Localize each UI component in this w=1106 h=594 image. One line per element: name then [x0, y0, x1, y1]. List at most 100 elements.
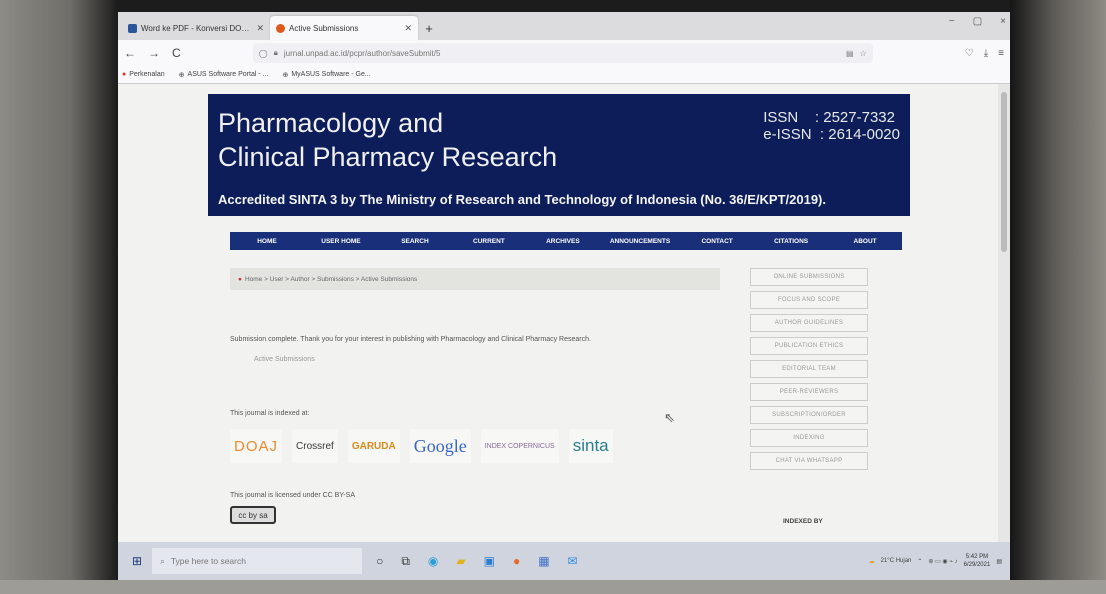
indexing-logos: DOAJ Crossref GARUDA Google INDEX COPERN…	[230, 429, 613, 463]
edge-browser-icon[interactable]: ◉	[428, 554, 438, 568]
menu-home[interactable]: HOME	[230, 238, 304, 245]
journal-title-line2: Clinical Pharmacy Research	[218, 142, 558, 172]
doaj-logo[interactable]: DOAJ	[230, 429, 283, 463]
search-icon: ⌕	[160, 555, 165, 566]
sinta-logo[interactable]: sinta	[568, 429, 613, 463]
menu-about[interactable]: ABOUT	[828, 238, 902, 245]
crossref-logo[interactable]: Crossref	[292, 429, 338, 463]
garuda-logo[interactable]: GARUDA	[347, 429, 400, 463]
store-icon[interactable]: ▣	[484, 554, 495, 568]
task-view-icon[interactable]: ⧉	[401, 554, 410, 569]
menu-archives[interactable]: ARCHIVES	[526, 238, 600, 245]
address-bar[interactable]: ◯ 🔒︎ jurnal.unpad.ac.id/pcpr/author/save…	[252, 43, 873, 63]
index-copernicus-logo[interactable]: INDEX COPERNICUS	[480, 429, 559, 463]
forward-button[interactable]: →	[148, 46, 160, 60]
new-tab-button[interactable]: +	[418, 16, 440, 40]
bookmark-favicon-icon: ●	[122, 71, 127, 78]
sidebar-chat-whatsapp[interactable]: CHAT VIA WHATSAPP	[750, 452, 868, 470]
issn-info: ISSN : 2527-7332 e-ISSN : 2614-0020	[763, 109, 900, 143]
sidebar-author-guidelines[interactable]: AUTHOR GUIDELINES	[750, 314, 868, 332]
sidebar-subscription-order[interactable]: SUBSCRIPTION/ORDER	[750, 406, 868, 424]
pocket-icon[interactable]: ♡	[965, 48, 974, 59]
cc-badge-text: cc by sa	[238, 510, 268, 520]
tab-word-to-pdf[interactable]: Word ke PDF - Konversi DOC ke P ✕	[122, 16, 270, 40]
main-menu: HOME USER HOME SEARCH CURRENT ARCHIVES A…	[230, 232, 902, 250]
bookmark-label: MyASUS Software - Ge...	[291, 71, 371, 78]
firefox-icon[interactable]: ●	[513, 554, 520, 568]
word-favicon-icon	[128, 23, 137, 33]
tab-strip: Word ke PDF - Konversi DOC ke P ✕ Active…	[118, 12, 1010, 40]
clock-date: 6/29/2021	[963, 562, 991, 568]
monitor-bezel-left	[0, 0, 118, 594]
app-icon[interactable]: ▦	[538, 554, 549, 568]
bookmarks-bar: ● Perkenalan ⊕ ASUS Software Portal - ... …	[118, 66, 1010, 84]
menu-user-home[interactable]: USER HOME	[304, 238, 378, 245]
taskbar-apps: ○ ⧉ ◉ ▰ ▣ ● ▦ ✉	[376, 554, 578, 569]
bookmark-star-icon[interactable]: ☆	[860, 49, 867, 58]
bookmark-item[interactable]: ● Perkenalan	[122, 71, 165, 78]
tray-icons[interactable]: ⊚ ▭ ◉ ⌁ ♪	[928, 558, 957, 565]
notification-icon[interactable]: ▤	[996, 558, 1002, 565]
minimize-button[interactable]: −	[949, 16, 955, 27]
download-icon[interactable]: ⤓	[984, 48, 988, 59]
journal-favicon-icon	[276, 23, 285, 33]
close-tab-icon[interactable]: ✕	[404, 23, 412, 34]
journal-title-line1: Pharmacology and	[218, 108, 444, 138]
menu-contact[interactable]: CONTACT	[680, 238, 754, 245]
weather-text[interactable]: 21°C Hujan	[881, 558, 912, 564]
sidebar-focus-and-scope[interactable]: FOCUS AND SCOPE	[750, 291, 868, 309]
sidebar-online-submissions[interactable]: ONLINE SUBMISSIONS	[750, 268, 868, 286]
sidebar-editorial-team[interactable]: EDITORIAL TEAM	[750, 360, 868, 378]
bookmark-label: ASUS Software Portal - ...	[187, 71, 269, 78]
tab-title: Word ke PDF - Konversi DOC ke P	[141, 23, 252, 33]
scrollbar-thumb[interactable]	[1001, 92, 1007, 252]
bookmark-item[interactable]: ⊕ MyASUS Software - Ge...	[282, 71, 370, 79]
breadcrumb-text[interactable]: Home > User > Author > Submissions > Act…	[245, 276, 417, 283]
navigation-toolbar: ← → C ◯ 🔒︎ jurnal.unpad.ac.id/pcpr/autho…	[118, 40, 1010, 66]
cortana-icon[interactable]: ○	[376, 554, 383, 568]
clock-time: 5:42 PM	[965, 554, 989, 560]
sidebar-peer-reviewers[interactable]: PEER-REVIEWERS	[750, 383, 868, 401]
license-text: This journal is licensed under CC BY-SA	[230, 492, 356, 499]
reader-view-icon[interactable]: ▤	[846, 49, 854, 58]
journal-header: Pharmacology and Clinical Pharmacy Resea…	[208, 94, 910, 216]
tray-chevron-icon[interactable]: ⌃	[917, 558, 922, 565]
page-scrollbar[interactable]	[998, 84, 1010, 542]
monitor-bezel-right	[1010, 0, 1106, 594]
taskbar-search-box[interactable]: ⌕ Type here to search	[152, 548, 363, 574]
menu-announcements[interactable]: ANNOUNCEMENTS	[600, 238, 680, 245]
close-tab-icon[interactable]: ✕	[256, 23, 264, 34]
cc-by-sa-badge[interactable]: cc by sa	[230, 506, 276, 524]
menu-current[interactable]: CURRENT	[452, 238, 526, 245]
sidebar-publication-ethics[interactable]: PUBLICATION ETHICS	[750, 337, 868, 355]
mouse-cursor-icon: ⇖	[664, 410, 675, 425]
windows-start-icon[interactable]: ⊞	[132, 554, 142, 568]
breadcrumb: ● Home > User > Author > Submissions > A…	[230, 268, 720, 290]
mail-icon[interactable]: ✉	[568, 554, 578, 568]
bookmark-item[interactable]: ⊕ ASUS Software Portal - ...	[179, 71, 269, 79]
google-scholar-logo[interactable]: Google	[409, 429, 471, 463]
file-explorer-icon[interactable]: ▰	[456, 554, 465, 568]
sidebar-indexing[interactable]: INDEXING	[750, 429, 868, 447]
url-text: jurnal.unpad.ac.id/pcpr/author/saveSubmi…	[283, 48, 441, 58]
web-page: Pharmacology and Clinical Pharmacy Resea…	[118, 84, 998, 542]
windows-taskbar: ⊞ ⌕ Type here to search ○ ⧉ ◉ ▰ ▣ ● ▦ ✉ …	[118, 542, 1010, 580]
maximize-button[interactable]: ▢	[973, 16, 982, 27]
reload-button[interactable]: C	[172, 46, 181, 60]
menu-citations[interactable]: CITATIONS	[754, 238, 828, 245]
menu-search[interactable]: SEARCH	[378, 238, 452, 245]
tab-active-submissions[interactable]: Active Submissions ✕	[270, 16, 418, 40]
home-bullet-icon: ●	[238, 275, 242, 283]
active-submissions-link[interactable]: Active Submissions	[254, 356, 315, 363]
globe-icon: ⊕	[178, 71, 185, 79]
back-button[interactable]: ←	[124, 46, 136, 60]
indexed-at-label: This journal is indexed at:	[230, 410, 310, 417]
window-controls: − ▢ ×	[949, 16, 1006, 27]
indexed-by-heading: INDEXED BY	[783, 518, 823, 525]
clock[interactable]: 5:42 PM 6/29/2021	[964, 553, 991, 569]
accreditation-text: Accredited SINTA 3 by The Ministry of Re…	[218, 192, 826, 207]
weather-icon: ☁	[868, 558, 875, 565]
close-window-button[interactable]: ×	[1000, 16, 1006, 27]
menu-icon[interactable]: ≡	[998, 48, 1004, 59]
submission-complete-message: Submission complete. Thank you for your …	[230, 336, 591, 343]
